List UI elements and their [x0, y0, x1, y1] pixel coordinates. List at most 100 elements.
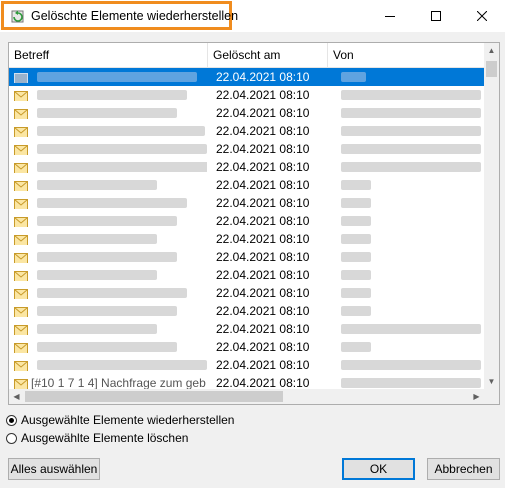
mail-selected-icon [14, 71, 30, 83]
cancel-button[interactable]: Abbrechen [427, 458, 500, 480]
row-deleted-date: 22.04.2021 08:10 [216, 124, 310, 138]
select-all-button[interactable]: Alles auswählen [8, 458, 100, 480]
scroll-down-arrow-icon[interactable]: ▼ [484, 374, 499, 389]
row-from [333, 266, 483, 284]
row-from [333, 248, 483, 266]
row-deleted-date: 22.04.2021 08:10 [216, 232, 310, 246]
vertical-scroll-thumb[interactable] [486, 61, 497, 77]
table-row[interactable]: 22.04.2021 08:10 [9, 122, 484, 140]
mail-envelope-icon [14, 305, 30, 317]
table-row[interactable]: 22.04.2021 08:10 [9, 230, 484, 248]
table-row[interactable]: 22.04.2021 08:10 [9, 356, 484, 374]
scroll-right-arrow-icon[interactable]: ▶ [469, 389, 484, 404]
mail-envelope-icon [14, 197, 30, 209]
mail-envelope-icon [14, 125, 30, 137]
row-deleted-date: 22.04.2021 08:10 [216, 340, 310, 354]
mail-envelope-icon [14, 233, 30, 245]
window-title: Gelöschte Elemente wiederherstellen [31, 9, 239, 23]
column-header-subject[interactable]: Betreff [9, 43, 208, 67]
row-deleted-date: 22.04.2021 08:10 [216, 286, 310, 300]
table-row[interactable]: 22.04.2021 08:10 [9, 302, 484, 320]
row-subject [31, 320, 207, 338]
row-deleted-date: 22.04.2021 08:10 [216, 214, 310, 228]
mail-envelope-icon [14, 161, 30, 173]
list-header: Betreff Gelöscht am Von [9, 43, 484, 68]
scroll-left-arrow-icon[interactable]: ◀ [9, 389, 24, 404]
mail-envelope-icon [14, 377, 30, 389]
table-row[interactable]: 22.04.2021 08:10 [9, 194, 484, 212]
horizontal-scrollbar[interactable]: ◀ ▶ [9, 389, 484, 404]
column-header-from[interactable]: Von [328, 43, 484, 67]
mail-envelope-icon [14, 215, 30, 227]
row-subject [31, 266, 207, 284]
table-row[interactable]: 22.04.2021 08:10 [9, 266, 484, 284]
delete-radio[interactable] [6, 432, 17, 444]
close-button[interactable] [459, 0, 505, 32]
mail-envelope-icon [14, 89, 30, 101]
row-subject [31, 212, 207, 230]
vertical-scrollbar[interactable]: ▲ ▼ [484, 43, 499, 389]
row-subject [31, 230, 207, 248]
table-row[interactable]: 22.04.2021 08:10 [9, 212, 484, 230]
minimize-icon [385, 16, 395, 17]
restore-option[interactable]: Ausgewählte Elemente wiederherstellen [6, 413, 234, 427]
row-deleted-date: 22.04.2021 08:10 [216, 88, 310, 102]
maximize-icon [431, 11, 441, 21]
title-bar: Gelöschte Elemente wiederherstellen [0, 0, 505, 32]
row-subject [31, 302, 207, 320]
maximize-button[interactable] [413, 0, 459, 32]
table-row[interactable]: 22.04.2021 08:10 [9, 320, 484, 338]
row-deleted-date: 22.04.2021 08:10 [216, 322, 310, 336]
table-row[interactable]: 22.04.2021 08:10 [9, 158, 484, 176]
mail-envelope-icon [14, 287, 30, 299]
mail-envelope-icon [14, 107, 30, 119]
delete-option-label: Ausgewählte Elemente löschen [21, 431, 189, 445]
row-from [333, 284, 483, 302]
minimize-button[interactable] [367, 0, 413, 32]
table-row[interactable]: 22.04.2021 08:10 [9, 68, 484, 86]
mail-envelope-icon [14, 179, 30, 191]
row-subject [31, 86, 207, 104]
row-subject [31, 356, 207, 374]
row-from [333, 194, 483, 212]
row-subject [31, 248, 207, 266]
mail-envelope-icon [14, 143, 30, 155]
table-row[interactable]: 22.04.2021 08:10 [9, 176, 484, 194]
row-subject [31, 158, 207, 176]
mail-envelope-icon [14, 359, 30, 371]
scrollbar-corner [484, 389, 499, 404]
row-from [333, 302, 483, 320]
row-deleted-date: 22.04.2021 08:10 [216, 142, 310, 156]
scroll-up-arrow-icon[interactable]: ▲ [484, 43, 499, 58]
row-subject [31, 176, 207, 194]
row-from [333, 122, 483, 140]
delete-option[interactable]: Ausgewählte Elemente löschen [6, 431, 188, 445]
row-from [333, 176, 483, 194]
row-from [333, 104, 483, 122]
table-row[interactable]: 22.04.2021 08:10 [9, 86, 484, 104]
row-subject [31, 194, 207, 212]
restore-radio[interactable] [6, 414, 17, 426]
row-from [333, 68, 483, 86]
row-from [333, 338, 483, 356]
table-row[interactable]: 22.04.2021 08:10 [9, 338, 484, 356]
table-row[interactable]: 22.04.2021 08:10 [9, 284, 484, 302]
table-row[interactable]: 22.04.2021 08:10 [9, 248, 484, 266]
table-row[interactable]: 22.04.2021 08:10 [9, 140, 484, 158]
row-from [333, 356, 483, 374]
column-header-deleted-at[interactable]: Gelöscht am [208, 43, 328, 67]
row-deleted-date: 22.04.2021 08:10 [216, 358, 310, 372]
row-deleted-date: 22.04.2021 08:10 [216, 304, 310, 318]
row-subject [31, 338, 207, 356]
table-row[interactable]: 22.04.2021 08:10 [9, 104, 484, 122]
restore-option-label: Ausgewählte Elemente wiederherstellen [21, 413, 235, 427]
mail-envelope-icon [14, 269, 30, 281]
row-subject [31, 122, 207, 140]
mail-envelope-icon [14, 341, 30, 353]
horizontal-scroll-thumb[interactable] [25, 391, 283, 402]
row-deleted-date: 22.04.2021 08:10 [216, 106, 310, 120]
row-from [333, 140, 483, 158]
ok-button[interactable]: OK [342, 458, 415, 480]
row-subject [31, 68, 207, 86]
deleted-items-list[interactable]: Betreff Gelöscht am Von 22.04.2021 08:10… [8, 42, 500, 405]
